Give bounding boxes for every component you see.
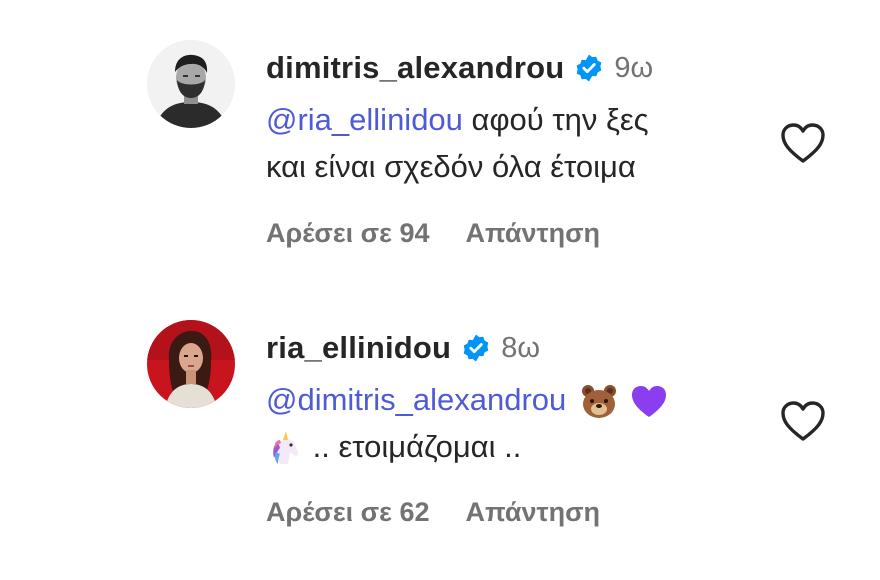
avatar-photo: [147, 320, 235, 408]
likes-count[interactable]: Αρέσει σε 62: [266, 497, 430, 528]
reply-button[interactable]: Απάντηση: [466, 218, 601, 249]
unicorn-emoji-icon: [266, 430, 304, 468]
timestamp[interactable]: 8ω: [501, 332, 540, 365]
comment-text-line: @ria_ellinidou αφού την ξες: [266, 96, 766, 143]
comment-text-line: @dimitris_alexandrou: [266, 376, 766, 423]
likes-count[interactable]: Αρέσει σε 94: [266, 218, 430, 249]
reply-button[interactable]: Απάντηση: [466, 497, 601, 528]
comment-actions: Αρέσει σε 62 Απάντηση: [266, 497, 600, 528]
comment-header: dimitris_alexandrou 9ω: [266, 50, 653, 86]
avatar-photo: [147, 40, 235, 128]
bear-face-emoji-icon: [580, 383, 618, 421]
comment-text-line: και είναι σχεδόν όλα έτοιμα: [266, 149, 636, 184]
comment-actions: Αρέσει σε 94 Απάντηση: [266, 218, 600, 249]
comments-thread: dimitris_alexandrou 9ω @ria_ellinidou αφ…: [0, 0, 880, 580]
comment-text-segment: .. ετοιμάζομαι ..: [304, 429, 522, 464]
purple-heart-emoji-icon: [630, 383, 668, 421]
verified-badge-icon: [461, 333, 491, 363]
comment-header: ria_ellinidou 8ω: [266, 330, 540, 366]
like-heart-icon[interactable]: [780, 122, 826, 164]
username[interactable]: dimitris_alexandrou: [266, 50, 564, 86]
comment-text-segment: αφού την ξες: [462, 102, 649, 137]
comment-text: @ria_ellinidou αφού την ξες και είναι σχ…: [266, 96, 766, 190]
comment-text: @dimitris_alexandrou .. ετοιμάζομαι ..: [266, 376, 766, 470]
mention-link[interactable]: @dimitris_alexandrou: [266, 382, 566, 417]
like-heart-icon[interactable]: [780, 400, 826, 442]
mention-link[interactable]: @ria_ellinidou: [266, 102, 463, 137]
comment-text-line: .. ετοιμάζομαι ..: [266, 423, 766, 470]
timestamp[interactable]: 9ω: [614, 52, 653, 85]
avatar[interactable]: [147, 320, 235, 408]
comment: dimitris_alexandrou 9ω @ria_ellinidou αφ…: [0, 0, 880, 290]
comment: ria_ellinidou 8ω @dimitris_alexandrou ..…: [0, 290, 880, 580]
verified-badge-icon: [574, 53, 604, 83]
username[interactable]: ria_ellinidou: [266, 330, 451, 366]
avatar[interactable]: [147, 40, 235, 128]
